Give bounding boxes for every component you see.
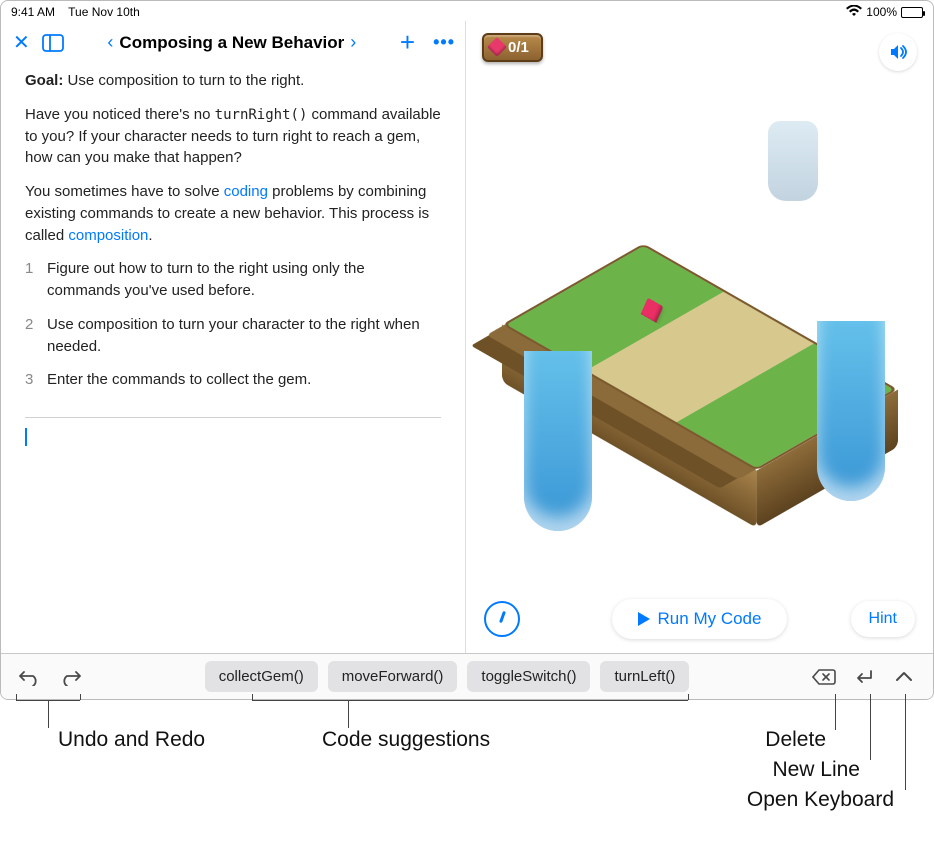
- goal-text: Use composition to turn to the right.: [68, 72, 305, 89]
- return-icon: [853, 668, 875, 686]
- battery-icon: [901, 7, 923, 18]
- callout-open-keyboard: Open Keyboard: [747, 788, 894, 812]
- glossary-link-coding[interactable]: coding: [224, 183, 268, 200]
- callout-new-line: New Line: [772, 758, 860, 782]
- suggestion-chip[interactable]: collectGem(): [205, 661, 318, 692]
- status-right: 100%: [846, 5, 923, 20]
- close-button[interactable]: ✕: [13, 30, 30, 55]
- editor-nav: ✕ ‹ Composing a New Behavior › + •••: [1, 21, 465, 64]
- sound-toggle-button[interactable]: [879, 33, 917, 71]
- sidebar-toggle-icon[interactable]: [42, 34, 64, 52]
- suggestion-chip[interactable]: turnLeft(): [600, 661, 689, 692]
- scene-waterfall: [524, 351, 592, 531]
- gem-counter-value: 0/1: [508, 39, 529, 56]
- speaker-icon: [888, 42, 908, 62]
- run-label: Run My Code: [658, 609, 762, 629]
- paragraph-2: You sometimes have to solve coding probl…: [25, 181, 441, 246]
- callout-code-suggestions: Code suggestions: [322, 728, 490, 752]
- suggestion-chip[interactable]: toggleSwitch(): [467, 661, 590, 692]
- text-cursor: [25, 428, 27, 446]
- redo-button[interactable]: [55, 662, 85, 692]
- step-item: Enter the commands to collect the gem.: [25, 369, 441, 391]
- editor-pane: ✕ ‹ Composing a New Behavior › + ••• Goa…: [1, 21, 466, 653]
- more-button[interactable]: •••: [433, 32, 455, 53]
- annotation-callouts: Undo and Redo Code suggestions Delete Ne…: [0, 700, 934, 854]
- battery-percent: 100%: [866, 5, 897, 19]
- nav-prev-button[interactable]: ‹: [107, 32, 113, 53]
- add-button[interactable]: +: [400, 27, 415, 58]
- status-date: Tue Nov 10th: [68, 5, 140, 19]
- step-item: Figure out how to turn to the right usin…: [25, 258, 441, 302]
- hint-label: Hint: [869, 610, 897, 627]
- status-time: 9:41 AM: [11, 5, 55, 19]
- open-keyboard-button[interactable]: [889, 662, 919, 692]
- goal-line: Goal: Use composition to turn to the rig…: [25, 70, 441, 92]
- hint-button[interactable]: Hint: [851, 601, 915, 637]
- code-editor[interactable]: [1, 418, 465, 653]
- redo-icon: [59, 668, 81, 686]
- status-bar: 9:41 AM Tue Nov 10th 100%: [1, 1, 933, 21]
- callout-undo-redo: Undo and Redo: [58, 728, 205, 752]
- chevron-up-icon: [895, 671, 913, 683]
- nav-next-button[interactable]: ›: [350, 32, 356, 53]
- run-bar: Run My Code Hint: [466, 599, 933, 639]
- run-my-code-button[interactable]: Run My Code: [612, 599, 788, 639]
- callout-delete: Delete: [765, 728, 826, 752]
- paragraph-1: Have you noticed there's no turnRight() …: [25, 104, 441, 169]
- scene[interactable]: 0/1: [466, 21, 933, 653]
- undo-button[interactable]: [15, 662, 45, 692]
- app-window: 9:41 AM Tue Nov 10th 100% ✕ ‹ Composing …: [0, 0, 934, 700]
- goal-label: Goal:: [25, 72, 63, 89]
- shortcut-bar: collectGem() moveForward() toggleSwitch(…: [1, 653, 933, 699]
- scene-waterfall: [817, 321, 885, 501]
- status-left: 9:41 AM Tue Nov 10th: [11, 5, 140, 19]
- steps-list: Figure out how to turn to the right usin…: [25, 258, 441, 391]
- suggestion-chip[interactable]: moveForward(): [328, 661, 458, 692]
- speed-button[interactable]: [484, 601, 520, 637]
- wifi-icon: [846, 5, 862, 20]
- code-suggestions: collectGem() moveForward() toggleSwitch(…: [205, 661, 690, 692]
- new-line-button[interactable]: [849, 662, 879, 692]
- play-icon: [638, 612, 650, 626]
- inline-code: turnRight(): [215, 107, 308, 123]
- delete-button[interactable]: [809, 662, 839, 692]
- step-item: Use composition to turn your character t…: [25, 314, 441, 358]
- delete-icon: [812, 668, 836, 686]
- live-view-pane: 0/1: [466, 21, 933, 653]
- page-title: Composing a New Behavior: [119, 33, 344, 53]
- gem-counter-badge: 0/1: [482, 33, 543, 62]
- glossary-link-composition[interactable]: composition: [68, 227, 148, 244]
- undo-icon: [19, 668, 41, 686]
- lesson-content: Goal: Use composition to turn to the rig…: [1, 64, 465, 413]
